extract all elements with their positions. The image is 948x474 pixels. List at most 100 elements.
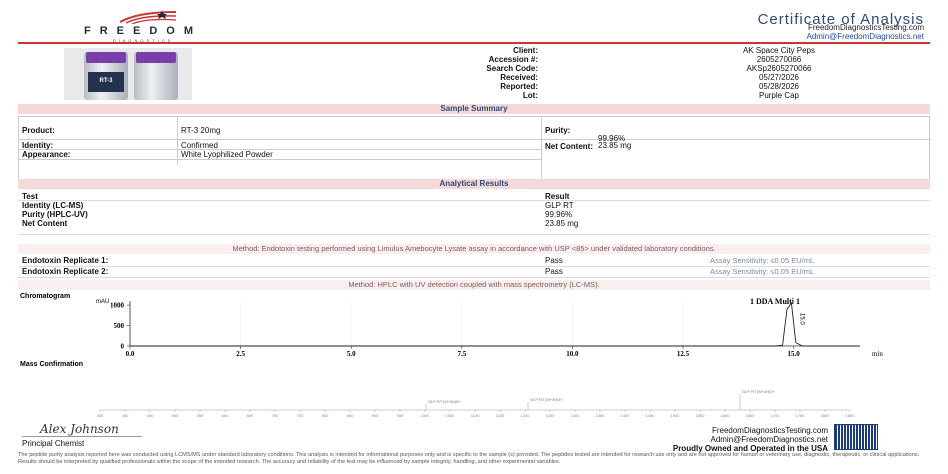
y-tick-label: 500 bbox=[114, 322, 125, 330]
client-field-label: Client: bbox=[513, 46, 538, 55]
client-field-label: Search Code: bbox=[486, 64, 538, 73]
mass-x-tick-label: 1150 bbox=[496, 413, 505, 418]
net-content-label: Net Content: bbox=[545, 142, 593, 151]
mass-x-tick-label: 400 bbox=[122, 413, 129, 418]
mass-x-tick-label: 550 bbox=[197, 413, 204, 418]
analytical-results-bar: Analytical Results bbox=[18, 179, 930, 189]
y-tick-label: 0 bbox=[121, 343, 125, 351]
net-content-value: 23.85 mg bbox=[598, 141, 632, 150]
result-value: 99.96% bbox=[545, 210, 573, 219]
mass-x-tick-label: 1300 bbox=[571, 413, 581, 418]
appearance-value: White Lyophilized Powder bbox=[181, 150, 273, 159]
mass-x-tick-label: 900 bbox=[372, 413, 379, 418]
result-value: GLP RT bbox=[545, 201, 574, 210]
client-field-value: Purple Cap bbox=[758, 91, 800, 100]
client-field-value: AK Space City Peps bbox=[742, 46, 816, 55]
chromatogram-chart: Chromatogram mAU 1 DDA Multi 1 1000 500 00.0 2… bbox=[20, 293, 883, 358]
x-tick-label: 0.0 bbox=[126, 350, 135, 358]
chromatogram-title: Chromatogram bbox=[20, 293, 70, 300]
client-field-label: Accession #: bbox=[488, 55, 538, 64]
x-tick-label: 15.0 bbox=[788, 350, 801, 358]
mass-x-tick-label: 1350 bbox=[596, 413, 606, 418]
footer-website: FreedomDiagnosticsTesting.com bbox=[711, 426, 828, 435]
mass-x-tick-label: 1800 bbox=[821, 413, 831, 418]
y-tick-label: 1000 bbox=[110, 302, 125, 310]
x-axis-label: min bbox=[872, 350, 883, 358]
chromatogram-trace bbox=[130, 301, 860, 347]
chromatogram-legend: 1 DDA Multi 1 bbox=[750, 297, 800, 306]
mass-spectrum-chart: Mass Confirmation 350 400 450 500 550 600 650 70… bbox=[20, 361, 856, 418]
mass-x-tick-label: 850 bbox=[347, 413, 354, 418]
header-website: FreedomDiagnosticsTesting.com bbox=[807, 23, 924, 32]
footer-email: Admin@FreedomDiagnostics.net bbox=[710, 435, 828, 444]
signature-line bbox=[22, 436, 142, 437]
mass-x-tick-label: 500 bbox=[172, 413, 179, 418]
hplc-method: Method: HPLC with UV detection coupled w… bbox=[18, 280, 930, 290]
client-field-value: AKSp2605270066 bbox=[746, 64, 812, 73]
mass-x-tick-label: 1500 bbox=[671, 413, 681, 418]
mass-x-tick-label: 750 bbox=[297, 413, 304, 418]
mass-x-tick-label: 650 bbox=[247, 413, 254, 418]
purity-label: Purity: bbox=[545, 126, 571, 135]
mass-x-tick-label: 1250 bbox=[546, 413, 556, 418]
brand-name: FREEDOM bbox=[84, 25, 202, 37]
product-photo: RT-3 bbox=[64, 48, 192, 100]
mass-peak-label: GLP RT [M+3H]3+ bbox=[742, 389, 776, 394]
endotoxin-method: Method: Endotoxin testing performed usin… bbox=[18, 244, 930, 254]
client-field-label: Lot: bbox=[522, 91, 538, 100]
client-field-value: 05/27/2026 bbox=[758, 73, 800, 82]
x-tick-label: 12.5 bbox=[677, 350, 690, 358]
header-email: Admin@FreedomDiagnostics.net bbox=[806, 32, 924, 41]
product-label: Product: bbox=[22, 126, 55, 135]
endotoxin-replicate-label: Endotoxin Replicate 1: bbox=[22, 256, 109, 265]
mass-x-tick-label: 800 bbox=[322, 413, 329, 418]
mass-x-tick-label: 1550 bbox=[696, 413, 706, 418]
assay-sensitivity: Assay Sensitivity: ≤0.05 EU/mL bbox=[710, 256, 815, 265]
mass-x-tick-label: 1450 bbox=[646, 413, 656, 418]
mass-x-tick-label: 1700 bbox=[771, 413, 781, 418]
result-test-name: Net Content bbox=[22, 219, 68, 228]
product-value: RT-3 20mg bbox=[181, 126, 221, 135]
x-tick-label: 7.5 bbox=[457, 350, 466, 358]
mass-x-tick-label: 1850 bbox=[846, 413, 856, 418]
endotoxin-replicate-label: Endotoxin Replicate 2: bbox=[22, 267, 109, 276]
mass-x-tick-label: 1650 bbox=[746, 413, 756, 418]
identity-label: Identity: bbox=[22, 141, 54, 150]
client-field-label: Received: bbox=[500, 73, 538, 82]
mass-x-tick-label: 1600 bbox=[721, 413, 731, 418]
assay-sensitivity: Assay Sensitivity: ≤0.05 EU/mL bbox=[710, 267, 815, 276]
mass-x-tick-label: 1750 bbox=[796, 413, 806, 418]
y-axis-unit: mAU bbox=[96, 299, 109, 305]
chemist-role: Principal Chemist bbox=[22, 439, 85, 448]
endotoxin-row-rule bbox=[18, 277, 930, 278]
identity-value: Confirmed bbox=[181, 141, 218, 150]
appearance-label: Appearance: bbox=[22, 150, 71, 159]
mass-x-tick-label: 700 bbox=[272, 413, 279, 418]
vial-label: RT-3 bbox=[88, 72, 124, 92]
x-tick-label: 5.0 bbox=[347, 350, 356, 358]
client-field-label: Reported: bbox=[500, 82, 538, 91]
qr-code-icon bbox=[834, 424, 878, 450]
mass-x-tick-label: 600 bbox=[222, 413, 229, 418]
flag-logo-icon bbox=[119, 11, 177, 24]
vial-back bbox=[134, 52, 178, 100]
mass-x-tick-label: 1400 bbox=[621, 413, 631, 418]
endotoxin-result: Pass bbox=[545, 256, 563, 265]
mass-x-tick-label: 1050 bbox=[446, 413, 456, 418]
mass-confirmation-title: Mass Confirmation bbox=[20, 361, 83, 368]
x-tick-label: 2.5 bbox=[236, 350, 245, 358]
mass-x-tick-label: 1000 bbox=[421, 413, 431, 418]
client-field-value: 05/28/2026 bbox=[758, 82, 800, 91]
results-header-rule bbox=[18, 200, 930, 201]
mass-x-tick-label: 1100 bbox=[471, 413, 480, 418]
sample-summary-bar: Sample Summary bbox=[18, 104, 930, 114]
result-test-name: Identity (LC-MS) bbox=[22, 201, 84, 210]
signature: Alex Johnson bbox=[40, 422, 119, 436]
vial-front: RT-3 bbox=[84, 52, 128, 100]
mass-x-tick-label: 350 bbox=[97, 413, 104, 418]
mass-x-tick-label: 950 bbox=[397, 413, 404, 418]
results-bottom-rule bbox=[18, 234, 930, 235]
mass-peak-label: GLP RT [M+4H]4+ bbox=[530, 397, 564, 402]
result-test-name: Purity (HPLC-UV) bbox=[22, 210, 88, 219]
x-tick-label: 10.0 bbox=[566, 350, 579, 358]
